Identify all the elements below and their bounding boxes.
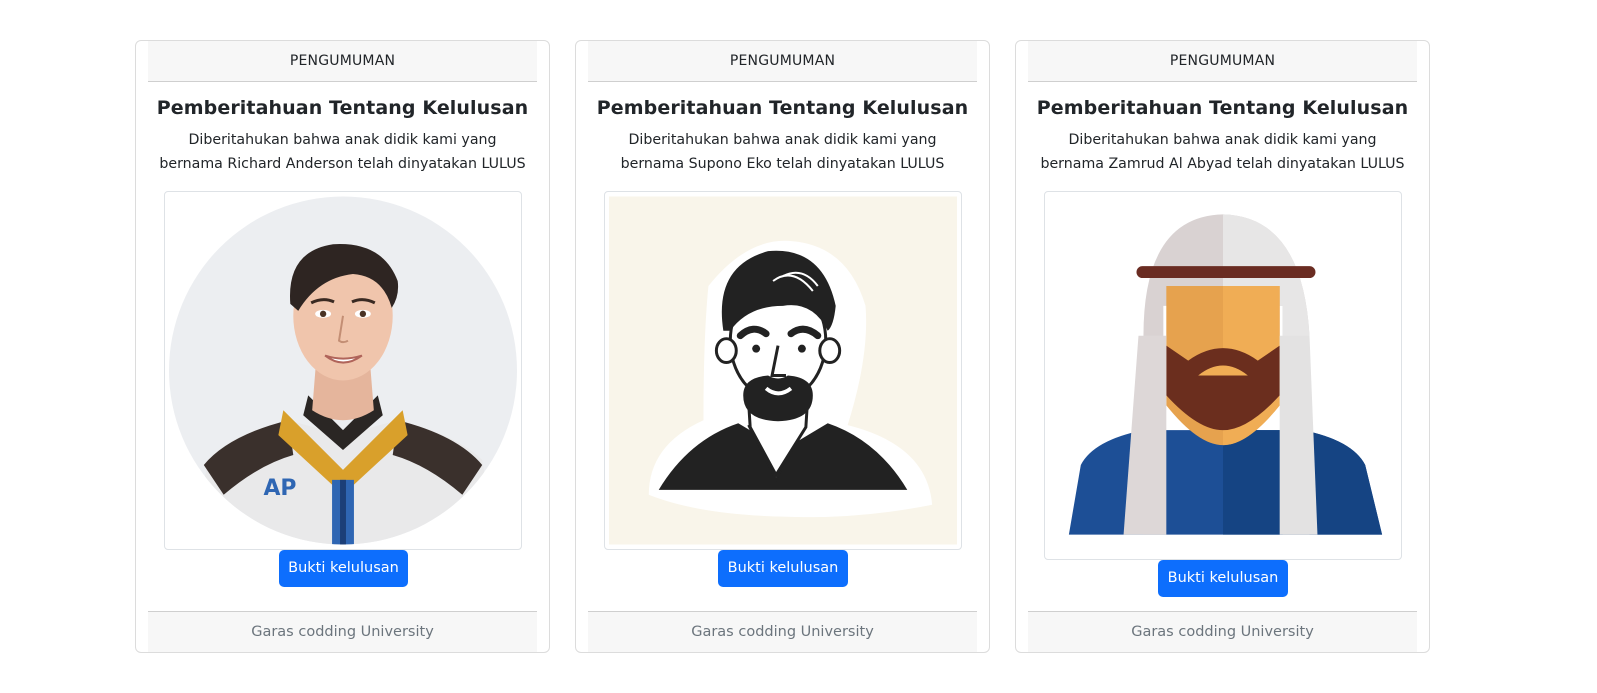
card-text-line: Diberitahukan bahwa anak didik kami yang xyxy=(628,132,937,148)
card-footer: Garas codding University xyxy=(588,611,977,652)
avatar-young-man-image: AP xyxy=(169,196,517,545)
announcement-card: PENGUMUMAN Pemberitahuan Tentang Kelulus… xyxy=(1015,40,1430,653)
card-title: Pemberitahuan Tentang Kelulusan xyxy=(156,97,529,119)
announcement-card: PENGUMUMAN Pemberitahuan Tentang Kelulus… xyxy=(135,40,550,653)
card-header: PENGUMUMAN xyxy=(148,41,537,82)
card-footer: Garas codding University xyxy=(148,611,537,652)
card-title: Pemberitahuan Tentang Kelulusan xyxy=(1036,97,1409,119)
student-photo: AP xyxy=(164,191,522,550)
card-text-line: bernama Zamrud Al Abyad telah dinyatakan… xyxy=(1040,155,1405,172)
card-row: PENGUMUMAN Pemberitahuan Tentang Kelulus… xyxy=(0,0,1597,693)
student-photo xyxy=(1044,191,1402,560)
card-title: Pemberitahuan Tentang Kelulusan xyxy=(596,97,969,119)
svg-text:AP: AP xyxy=(263,476,296,501)
card-header: PENGUMUMAN xyxy=(588,41,977,82)
graduation-proof-button[interactable]: Bukti kelulusan xyxy=(718,550,848,587)
card-text-line: bernama Supono Eko telah dinyatakan LULU… xyxy=(620,155,945,172)
card-footer: Garas codding University xyxy=(1028,611,1417,652)
graduation-proof-button[interactable]: Bukti kelulusan xyxy=(279,550,408,587)
avatar-keffiyeh-man-image xyxy=(1049,196,1397,555)
card-text: Diberitahukan bahwa anak didik kami yang… xyxy=(1038,129,1407,176)
avatar-bearded-man-image xyxy=(609,196,957,545)
card-text: Diberitahukan bahwa anak didik kami yang… xyxy=(598,129,967,176)
card-header: PENGUMUMAN xyxy=(1028,41,1417,82)
card-text: Diberitahukan bahwa anak didik kami yang… xyxy=(158,129,527,176)
card-text-line: Diberitahukan bahwa anak didik kami yang xyxy=(1068,132,1377,148)
card-text-line: bernama Richard Anderson telah dinyataka… xyxy=(159,155,526,172)
graduation-proof-button[interactable]: Bukti kelulusan xyxy=(1158,560,1288,597)
announcement-card: PENGUMUMAN Pemberitahuan Tentang Kelulus… xyxy=(575,40,990,653)
card-text-line: Diberitahukan bahwa anak didik kami yang xyxy=(188,132,497,148)
student-photo xyxy=(604,191,962,550)
